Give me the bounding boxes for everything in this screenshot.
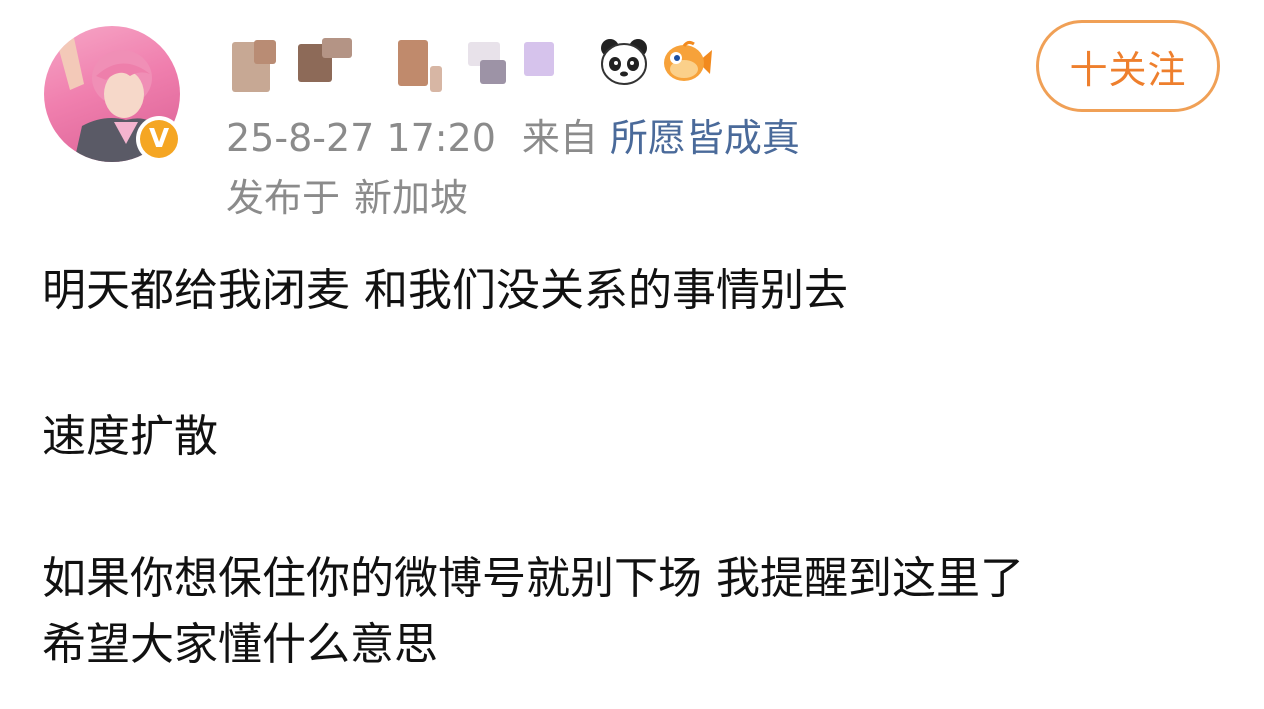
weibo-post: V 十关注 25-8-27 17:20 来自 所愿皆成真 发布于 新加坡 明天都… <box>0 0 1264 709</box>
timestamp: 25-8-27 17:20 <box>226 116 496 160</box>
source-link[interactable]: 所愿皆成真 <box>610 116 800 160</box>
username-pixelated[interactable] <box>226 36 556 102</box>
from-label: 来自 <box>521 116 598 160</box>
post-paragraph: 希望大家懂什么意思 <box>42 619 438 670</box>
pixel-block <box>322 38 352 58</box>
post-paragraph: 速度扩散 <box>42 411 218 462</box>
pixel-block <box>524 42 554 76</box>
location: 新加坡 <box>354 176 469 220</box>
post-meta: 25-8-27 17:20 来自 所愿皆成真 <box>226 112 800 164</box>
fish-icon <box>664 40 712 81</box>
pixel-block <box>398 40 428 86</box>
post-paragraph: 如果你想保住你的微博号就别下场 我提醒到这里了 <box>42 553 1024 604</box>
post-paragraph: 明天都给我闭麦 和我们没关系的事情别去 <box>42 265 848 316</box>
panda-icon <box>601 39 647 85</box>
pixel-block <box>254 40 276 64</box>
verified-v-icon: V <box>140 120 178 158</box>
pixel-block <box>430 66 442 92</box>
location-meta: 发布于 新加坡 <box>226 172 468 224</box>
published-label: 发布于 <box>226 176 341 220</box>
follow-button[interactable]: 十关注 <box>1036 20 1220 112</box>
verified-badge-icon: V <box>136 116 182 162</box>
pixel-block <box>480 60 506 84</box>
